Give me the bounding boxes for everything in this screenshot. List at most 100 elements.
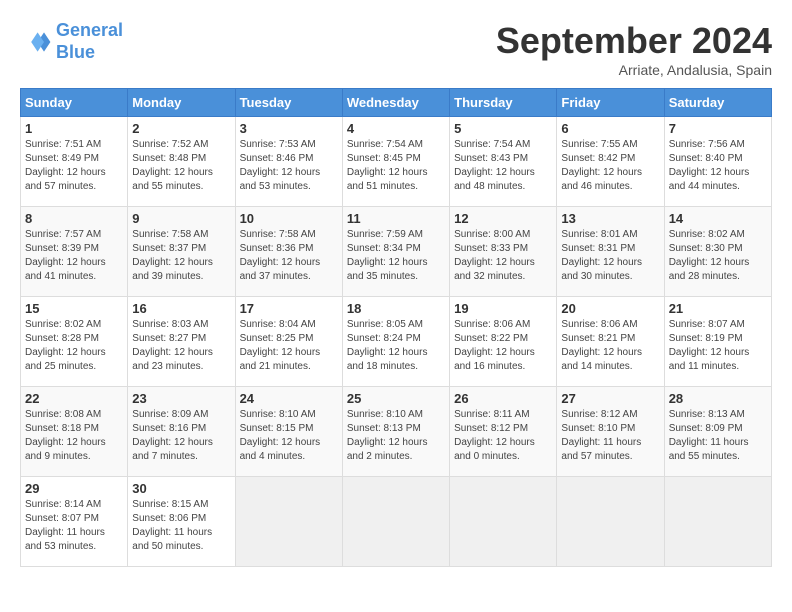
day-info: Sunrise: 8:06 AMSunset: 8:22 PMDaylight:… bbox=[454, 318, 552, 374]
day-info: Sunrise: 7:58 AMSunset: 8:36 PMDaylight:… bbox=[240, 228, 338, 284]
calendar-day-cell: 10 Sunrise: 7:58 AMSunset: 8:36 PMDaylig… bbox=[235, 207, 342, 297]
calendar-week-row: 8 Sunrise: 7:57 AMSunset: 8:39 PMDayligh… bbox=[21, 207, 772, 297]
column-header-tuesday: Tuesday bbox=[235, 89, 342, 117]
calendar-day-cell bbox=[342, 477, 449, 567]
day-number: 21 bbox=[669, 301, 767, 316]
day-info: Sunrise: 8:12 AMSunset: 8:10 PMDaylight:… bbox=[561, 408, 659, 464]
day-number: 20 bbox=[561, 301, 659, 316]
calendar-day-cell: 6 Sunrise: 7:55 AMSunset: 8:42 PMDayligh… bbox=[557, 117, 664, 207]
day-number: 24 bbox=[240, 391, 338, 406]
calendar-day-cell: 20 Sunrise: 8:06 AMSunset: 8:21 PMDaylig… bbox=[557, 297, 664, 387]
calendar-day-cell: 22 Sunrise: 8:08 AMSunset: 8:18 PMDaylig… bbox=[21, 387, 128, 477]
day-number: 12 bbox=[454, 211, 552, 226]
day-info: Sunrise: 8:03 AMSunset: 8:27 PMDaylight:… bbox=[132, 318, 230, 374]
calendar-day-cell: 26 Sunrise: 8:11 AMSunset: 8:12 PMDaylig… bbox=[450, 387, 557, 477]
day-info: Sunrise: 7:54 AMSunset: 8:43 PMDaylight:… bbox=[454, 138, 552, 194]
calendar-day-cell: 2 Sunrise: 7:52 AMSunset: 8:48 PMDayligh… bbox=[128, 117, 235, 207]
day-number: 26 bbox=[454, 391, 552, 406]
calendar-day-cell: 1 Sunrise: 7:51 AMSunset: 8:49 PMDayligh… bbox=[21, 117, 128, 207]
day-info: Sunrise: 8:05 AMSunset: 8:24 PMDaylight:… bbox=[347, 318, 445, 374]
day-number: 15 bbox=[25, 301, 123, 316]
day-number: 3 bbox=[240, 121, 338, 136]
day-info: Sunrise: 7:56 AMSunset: 8:40 PMDaylight:… bbox=[669, 138, 767, 194]
day-info: Sunrise: 8:06 AMSunset: 8:21 PMDaylight:… bbox=[561, 318, 659, 374]
calendar-day-cell: 17 Sunrise: 8:04 AMSunset: 8:25 PMDaylig… bbox=[235, 297, 342, 387]
calendar-day-cell: 11 Sunrise: 7:59 AMSunset: 8:34 PMDaylig… bbox=[342, 207, 449, 297]
day-info: Sunrise: 8:09 AMSunset: 8:16 PMDaylight:… bbox=[132, 408, 230, 464]
day-number: 17 bbox=[240, 301, 338, 316]
calendar-day-cell bbox=[450, 477, 557, 567]
day-info: Sunrise: 8:15 AMSunset: 8:06 PMDaylight:… bbox=[132, 498, 230, 554]
calendar-day-cell: 29 Sunrise: 8:14 AMSunset: 8:07 PMDaylig… bbox=[21, 477, 128, 567]
day-number: 9 bbox=[132, 211, 230, 226]
day-info: Sunrise: 7:57 AMSunset: 8:39 PMDaylight:… bbox=[25, 228, 123, 284]
column-header-thursday: Thursday bbox=[450, 89, 557, 117]
day-number: 7 bbox=[669, 121, 767, 136]
calendar-day-cell: 3 Sunrise: 7:53 AMSunset: 8:46 PMDayligh… bbox=[235, 117, 342, 207]
day-info: Sunrise: 8:07 AMSunset: 8:19 PMDaylight:… bbox=[669, 318, 767, 374]
day-info: Sunrise: 8:00 AMSunset: 8:33 PMDaylight:… bbox=[454, 228, 552, 284]
day-info: Sunrise: 8:10 AMSunset: 8:15 PMDaylight:… bbox=[240, 408, 338, 464]
calendar-day-cell: 8 Sunrise: 7:57 AMSunset: 8:39 PMDayligh… bbox=[21, 207, 128, 297]
calendar-day-cell: 23 Sunrise: 8:09 AMSunset: 8:16 PMDaylig… bbox=[128, 387, 235, 477]
day-info: Sunrise: 8:10 AMSunset: 8:13 PMDaylight:… bbox=[347, 408, 445, 464]
calendar-day-cell: 19 Sunrise: 8:06 AMSunset: 8:22 PMDaylig… bbox=[450, 297, 557, 387]
calendar-day-cell: 15 Sunrise: 8:02 AMSunset: 8:28 PMDaylig… bbox=[21, 297, 128, 387]
calendar-table: SundayMondayTuesdayWednesdayThursdayFrid… bbox=[20, 88, 772, 567]
day-number: 16 bbox=[132, 301, 230, 316]
logo-text: General Blue bbox=[56, 20, 123, 63]
title-area: September 2024 Arriate, Andalusia, Spain bbox=[496, 20, 772, 78]
calendar-day-cell bbox=[235, 477, 342, 567]
calendar-day-cell: 13 Sunrise: 8:01 AMSunset: 8:31 PMDaylig… bbox=[557, 207, 664, 297]
calendar-week-row: 22 Sunrise: 8:08 AMSunset: 8:18 PMDaylig… bbox=[21, 387, 772, 477]
day-number: 29 bbox=[25, 481, 123, 496]
column-header-friday: Friday bbox=[557, 89, 664, 117]
day-number: 2 bbox=[132, 121, 230, 136]
column-header-monday: Monday bbox=[128, 89, 235, 117]
column-header-sunday: Sunday bbox=[21, 89, 128, 117]
day-number: 6 bbox=[561, 121, 659, 136]
calendar-day-cell: 5 Sunrise: 7:54 AMSunset: 8:43 PMDayligh… bbox=[450, 117, 557, 207]
day-info: Sunrise: 7:51 AMSunset: 8:49 PMDaylight:… bbox=[25, 138, 123, 194]
day-info: Sunrise: 7:58 AMSunset: 8:37 PMDaylight:… bbox=[132, 228, 230, 284]
calendar-day-cell: 12 Sunrise: 8:00 AMSunset: 8:33 PMDaylig… bbox=[450, 207, 557, 297]
day-number: 25 bbox=[347, 391, 445, 406]
day-info: Sunrise: 8:01 AMSunset: 8:31 PMDaylight:… bbox=[561, 228, 659, 284]
calendar-day-cell bbox=[557, 477, 664, 567]
calendar-day-cell: 18 Sunrise: 8:05 AMSunset: 8:24 PMDaylig… bbox=[342, 297, 449, 387]
day-number: 14 bbox=[669, 211, 767, 226]
day-number: 8 bbox=[25, 211, 123, 226]
page-header: General Blue September 2024 Arriate, And… bbox=[20, 20, 772, 78]
day-info: Sunrise: 8:11 AMSunset: 8:12 PMDaylight:… bbox=[454, 408, 552, 464]
calendar-day-cell: 16 Sunrise: 8:03 AMSunset: 8:27 PMDaylig… bbox=[128, 297, 235, 387]
month-title: September 2024 bbox=[496, 20, 772, 62]
column-header-wednesday: Wednesday bbox=[342, 89, 449, 117]
calendar-day-cell: 21 Sunrise: 8:07 AMSunset: 8:19 PMDaylig… bbox=[664, 297, 771, 387]
calendar-day-cell: 27 Sunrise: 8:12 AMSunset: 8:10 PMDaylig… bbox=[557, 387, 664, 477]
calendar-day-cell bbox=[664, 477, 771, 567]
logo-icon bbox=[20, 26, 52, 58]
day-info: Sunrise: 8:08 AMSunset: 8:18 PMDaylight:… bbox=[25, 408, 123, 464]
day-number: 5 bbox=[454, 121, 552, 136]
day-info: Sunrise: 8:04 AMSunset: 8:25 PMDaylight:… bbox=[240, 318, 338, 374]
day-number: 1 bbox=[25, 121, 123, 136]
day-info: Sunrise: 8:13 AMSunset: 8:09 PMDaylight:… bbox=[669, 408, 767, 464]
day-number: 4 bbox=[347, 121, 445, 136]
calendar-body: 1 Sunrise: 7:51 AMSunset: 8:49 PMDayligh… bbox=[21, 117, 772, 567]
logo: General Blue bbox=[20, 20, 123, 63]
calendar-week-row: 29 Sunrise: 8:14 AMSunset: 8:07 PMDaylig… bbox=[21, 477, 772, 567]
calendar-header-row: SundayMondayTuesdayWednesdayThursdayFrid… bbox=[21, 89, 772, 117]
calendar-day-cell: 25 Sunrise: 8:10 AMSunset: 8:13 PMDaylig… bbox=[342, 387, 449, 477]
calendar-week-row: 1 Sunrise: 7:51 AMSunset: 8:49 PMDayligh… bbox=[21, 117, 772, 207]
calendar-day-cell: 4 Sunrise: 7:54 AMSunset: 8:45 PMDayligh… bbox=[342, 117, 449, 207]
day-number: 13 bbox=[561, 211, 659, 226]
calendar-day-cell: 7 Sunrise: 7:56 AMSunset: 8:40 PMDayligh… bbox=[664, 117, 771, 207]
day-number: 30 bbox=[132, 481, 230, 496]
day-number: 19 bbox=[454, 301, 552, 316]
day-number: 11 bbox=[347, 211, 445, 226]
day-number: 28 bbox=[669, 391, 767, 406]
calendar-day-cell: 24 Sunrise: 8:10 AMSunset: 8:15 PMDaylig… bbox=[235, 387, 342, 477]
day-info: Sunrise: 8:02 AMSunset: 8:28 PMDaylight:… bbox=[25, 318, 123, 374]
calendar-day-cell: 14 Sunrise: 8:02 AMSunset: 8:30 PMDaylig… bbox=[664, 207, 771, 297]
day-info: Sunrise: 7:52 AMSunset: 8:48 PMDaylight:… bbox=[132, 138, 230, 194]
